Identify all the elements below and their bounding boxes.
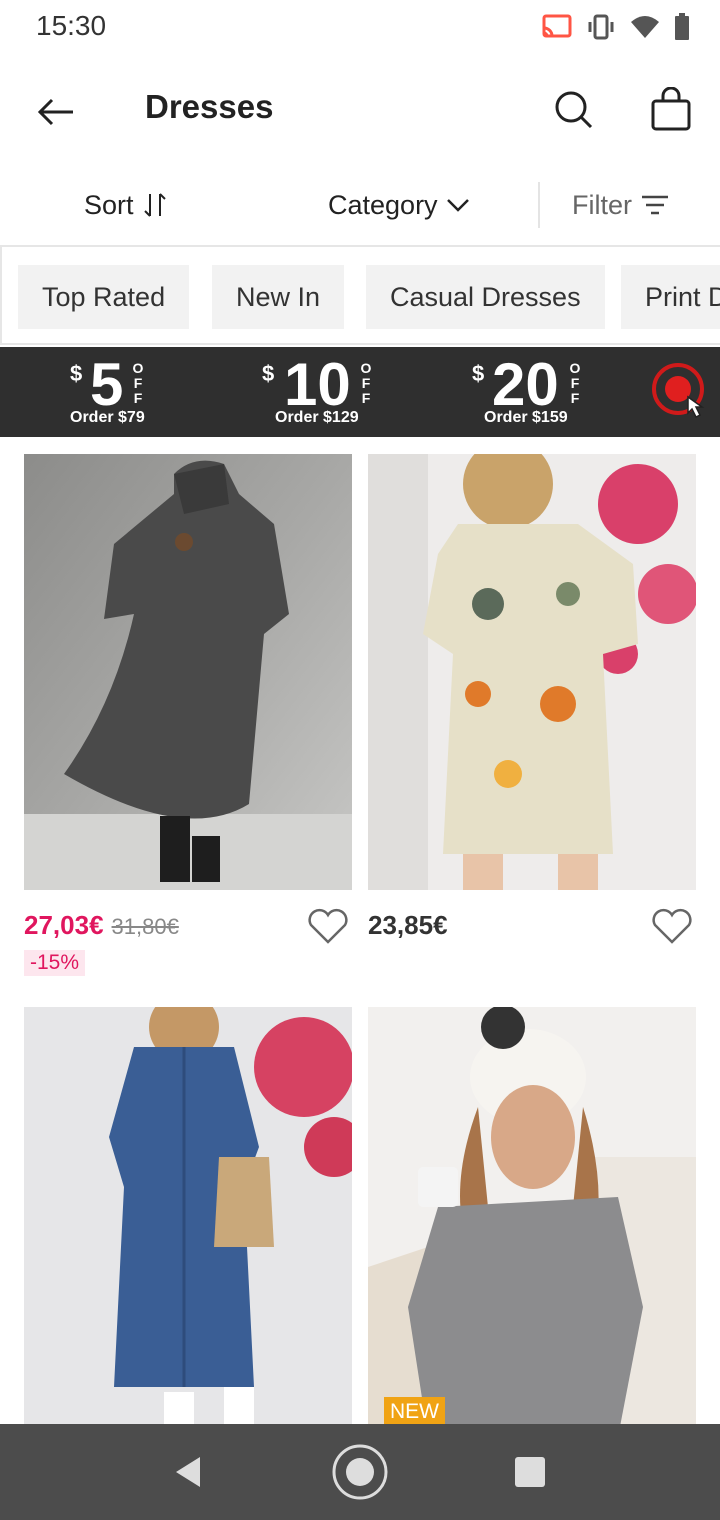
original-price: 31,80€: [111, 914, 179, 939]
price-row: 27,03€ 31,80€: [24, 908, 352, 950]
coupon-currency: $: [262, 361, 275, 386]
coupon-currency: $: [472, 361, 485, 386]
nav-recents-button[interactable]: [500, 1442, 560, 1502]
chip-new-in[interactable]: New In: [212, 265, 345, 329]
cast-icon: [542, 14, 572, 38]
sale-price: 27,03€: [24, 910, 104, 940]
status-time: 15:30: [36, 10, 107, 41]
product-image[interactable]: [24, 454, 352, 890]
system-nav-bar: [0, 1424, 720, 1520]
price: 23,85€: [368, 910, 448, 940]
coupon-off: OFF: [360, 360, 372, 406]
price-row: 23,85€: [368, 908, 696, 950]
filter-label: Filter: [572, 189, 632, 220]
coupon-order: Order $159: [484, 409, 568, 426]
shopping-bag-button[interactable]: [642, 80, 700, 138]
promo-banner[interactable]: $ 5 OFF Order $79 $ 10 OFF Order $129 $ …: [0, 347, 720, 437]
product-photo-floral-dress: [368, 454, 696, 890]
battery-icon: [675, 13, 689, 40]
tap-target-icon: [652, 363, 705, 419]
status-icons: [542, 10, 690, 44]
product-photo-knit-dress: [24, 454, 352, 890]
nav-home-button[interactable]: [330, 1442, 390, 1502]
back-button[interactable]: [30, 86, 82, 138]
back-arrow-icon: [37, 98, 73, 126]
heart-icon[interactable]: [306, 906, 350, 946]
product-image[interactable]: [24, 1007, 352, 1443]
coupon-amount: 20: [492, 351, 559, 418]
coupon-order: Order $79: [70, 409, 145, 426]
home-circle-icon: [332, 1444, 388, 1500]
coupon-currency: $: [70, 361, 83, 386]
status-bar: 15:30: [0, 0, 720, 56]
coupon-amount: 5: [90, 351, 124, 418]
category-chips: Top Rated New In Casual Dresses Print Dr…: [0, 245, 720, 345]
shopping-bag-icon: [651, 87, 691, 131]
sort-filter-bar: Sort Category Filter: [0, 168, 720, 242]
product-photo-knit-sweater-dress: [368, 1007, 696, 1443]
triangle-back-icon: [176, 1457, 200, 1487]
square-recents-icon: [515, 1457, 545, 1487]
chip-casual-dresses[interactable]: Casual Dresses: [366, 265, 605, 329]
coupon-20-off[interactable]: $ 20 OFF Order $159: [472, 353, 592, 433]
filter-icon: [642, 195, 668, 215]
product-photo-denim-shirt-dress: [24, 1007, 352, 1443]
new-badge: NEW: [384, 1397, 445, 1427]
product-image[interactable]: [368, 1007, 696, 1443]
divider: [538, 182, 540, 228]
chip-top-rated[interactable]: Top Rated: [18, 265, 190, 329]
page-title: Dresses: [145, 88, 274, 125]
search-icon: [555, 91, 593, 129]
app-bar: Dresses: [0, 56, 720, 166]
chevron-down-icon: [446, 199, 469, 212]
sort-button[interactable]: Sort: [84, 180, 168, 230]
coupon-10-off[interactable]: $ 10 OFF Order $129: [262, 353, 382, 433]
coupon-order: Order $129: [275, 409, 359, 426]
category-dropdown[interactable]: Category: [328, 180, 470, 230]
category-label: Category: [328, 189, 438, 220]
search-button[interactable]: [546, 82, 602, 138]
coupon-amount: 10: [284, 351, 351, 418]
discount-badge: -15%: [24, 950, 86, 976]
chip-print-dresses[interactable]: Print Dresses: [621, 265, 720, 329]
sort-icon: [143, 193, 166, 217]
heart-icon[interactable]: [650, 906, 694, 946]
filter-button[interactable]: Filter: [572, 180, 670, 230]
sort-label: Sort: [84, 189, 134, 220]
product-image[interactable]: [368, 454, 696, 890]
nav-back-button[interactable]: [158, 1442, 218, 1502]
vibrate-icon: [588, 14, 614, 40]
coupon-5-off[interactable]: $ 5 OFF Order $79: [70, 353, 180, 433]
coupon-off: OFF: [132, 360, 144, 406]
wifi-icon: [631, 16, 659, 38]
coupon-off: OFF: [569, 360, 581, 406]
